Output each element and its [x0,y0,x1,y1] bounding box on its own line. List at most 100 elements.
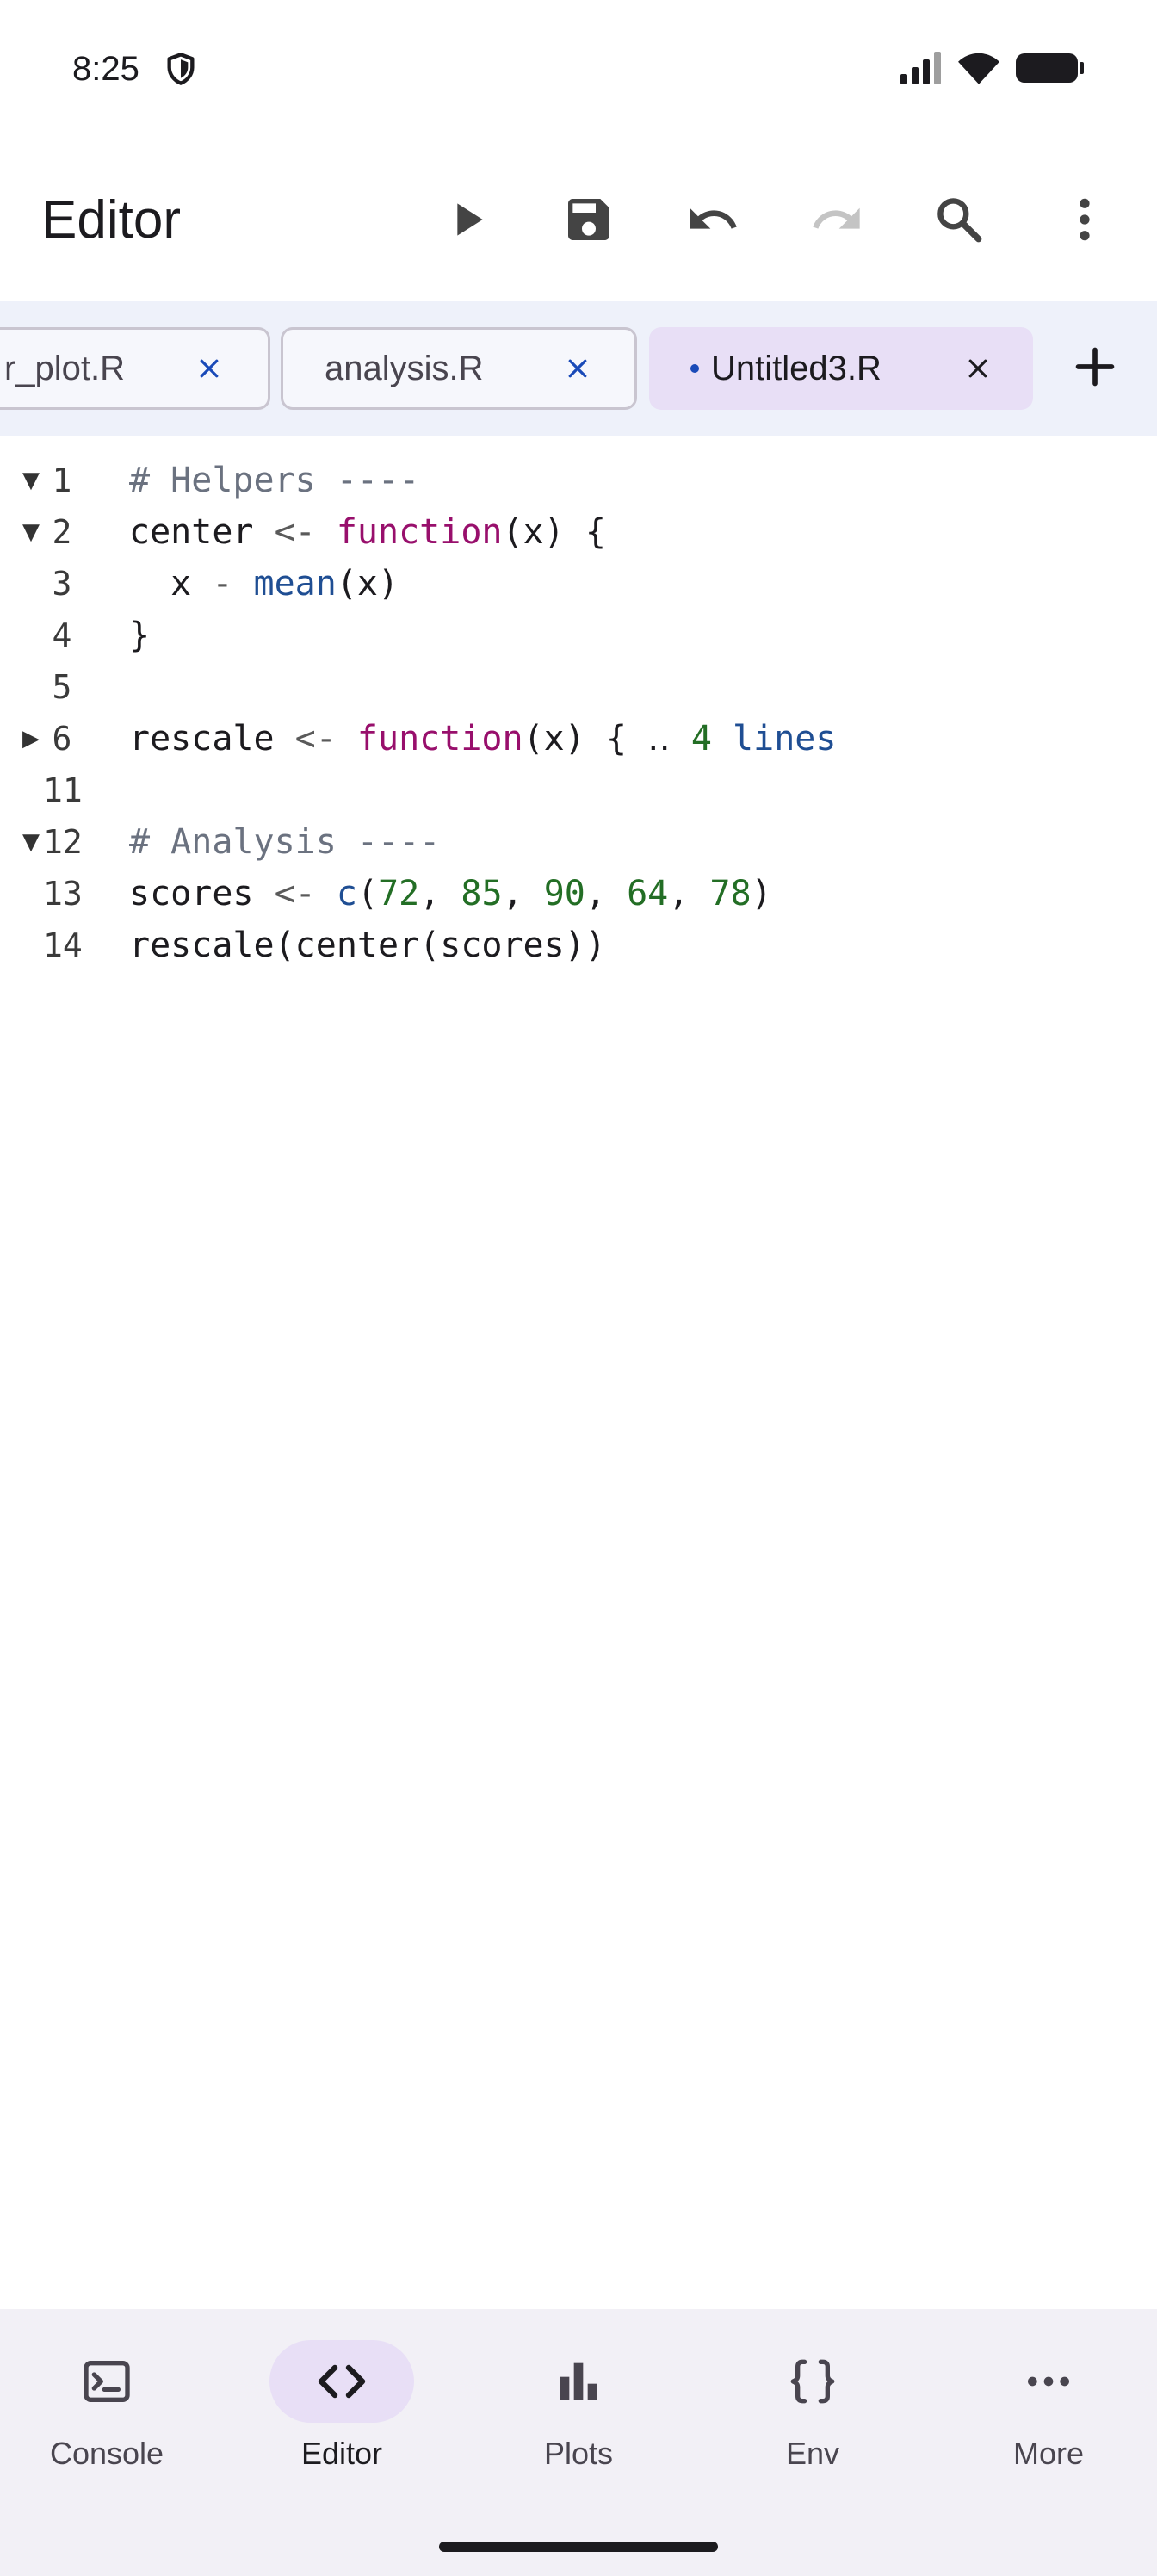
line-number: 14 [43,926,83,964]
tab-label: analysis.R [325,350,484,387]
code-token: # Analysis ---- [129,822,441,862]
shield-icon [167,53,195,85]
line-number: 11 [43,771,83,809]
code-token: c [336,874,357,913]
file-tab-strip[interactable]: r_plot.R analysis.R Untitled3.R [0,301,1157,436]
code-token: function [336,512,503,552]
new-tab-button[interactable] [1061,332,1129,401]
code-token: 64 [627,874,669,913]
search-icon [937,198,982,243]
code-token: , [668,874,710,913]
close-icon [568,359,587,378]
code-token: 4 [690,719,712,759]
line-number: 13 [43,875,83,913]
search-button[interactable] [918,178,1000,261]
code-line[interactable]: 13 scores <- c(72, 85, 90, 64, 78) [0,868,1157,920]
tab-close-button[interactable] [185,344,233,393]
code-token: mean [253,564,337,604]
code-token: <- [294,719,337,759]
code-token: 90 [543,874,585,913]
run-button[interactable] [425,178,508,261]
code-token: lines [711,719,837,759]
nav-icon-container [506,2340,651,2423]
code-line[interactable]: ▼ 12 # Analysis ---- [0,816,1157,868]
nav-label: Editor [300,2436,383,2471]
nav-more[interactable]: More [945,2340,1152,2512]
tab-label: r_plot.R [3,350,125,387]
code-token: rescale(center(scores)) [129,926,606,965]
code-token: , [419,874,461,913]
save-icon [568,199,609,240]
code-line[interactable]: ▼ 2 center <- function(x) { [0,506,1157,558]
close-icon [200,359,219,378]
tab-analysis[interactable]: analysis.R [281,327,637,410]
code-token: } [129,616,151,655]
code-line[interactable]: 14 rescale(center(scores)) [0,920,1157,971]
line-number: 5 [52,668,72,706]
code-editor[interactable]: ▼ 1 # Helpers ---- ▼ 2 center <- function(x) … [0,436,1157,2309]
redo-button[interactable] [795,178,878,261]
plus-icon [1075,347,1115,387]
code-line[interactable]: ▶ 6 rescale <- function(x) { ‥ 4 lines [0,713,1157,765]
bottom-navigation: Console Editor Plots Env More [0,2309,1157,2576]
code-text[interactable]: scores <- c(72, 85, 90, 64, 78) [129,868,772,920]
code-token: (x) { [502,512,606,552]
line-number: 4 [52,616,72,654]
save-button[interactable] [548,178,630,261]
code-token: (x) [336,564,399,604]
nav-label: Console [49,2436,164,2471]
tab-close-button[interactable] [954,344,1002,393]
code-text[interactable]: x - mean(x) [129,558,399,610]
bar-chart-icon [560,2362,597,2400]
nav-icon-container [740,2340,885,2423]
close-icon [968,359,987,378]
home-indicator[interactable] [439,2542,718,2552]
nav-env[interactable]: Env [709,2340,916,2512]
nav-label: More [1012,2436,1085,2471]
tab-label: Untitled3.R [711,350,882,387]
line-number: 6 [52,720,72,758]
code-token: - [212,564,233,604]
line-number: 2 [52,513,72,551]
more-options-button[interactable] [1043,178,1126,261]
tab-untitled3[interactable]: Untitled3.R [649,327,1033,410]
code-text[interactable]: } [129,610,150,661]
undo-icon [690,207,737,229]
code-line[interactable]: 11 [0,765,1157,816]
undo-button[interactable] [671,178,754,261]
page-title: Editor [41,190,181,250]
code-icon [318,2364,366,2399]
code-token: , [502,874,544,913]
line-number: 1 [52,461,72,499]
code-token: <- [274,874,316,913]
tab-r-plot[interactable]: r_plot.R [0,327,270,410]
nav-icon-container [976,2340,1121,2423]
code-line[interactable]: 3 x - mean(x) [0,558,1157,610]
code-text[interactable]: rescale <- function(x) { ‥ 4 lines [129,713,836,765]
nav-plots[interactable]: Plots [475,2340,682,2512]
nav-console[interactable]: Console [3,2340,210,2512]
code-text[interactable]: # Analysis ---- [129,816,440,868]
code-text[interactable]: # Helpers ---- [129,455,419,506]
app-bar: Editor [0,138,1157,301]
code-token: ‥ [647,719,671,759]
code-text[interactable]: rescale(center(scores)) [129,920,606,971]
code-token: ( [356,874,379,913]
nav-editor[interactable]: Editor [238,2340,445,2512]
code-token: function [356,719,523,759]
status-time: 8:25 [72,50,139,88]
code-line[interactable]: ▼ 1 # Helpers ---- [0,455,1157,506]
code-line[interactable]: 4} [0,610,1157,661]
code-line[interactable]: 5 [0,661,1157,713]
line-number: 3 [52,565,72,603]
code-text[interactable]: center <- function(x) { [129,506,606,558]
status-bar: 8:25 [0,0,1157,138]
battery-icon [1016,53,1084,83]
terminal-icon [84,2361,130,2402]
tab-close-button[interactable] [554,344,602,393]
code-token: x [129,564,213,604]
